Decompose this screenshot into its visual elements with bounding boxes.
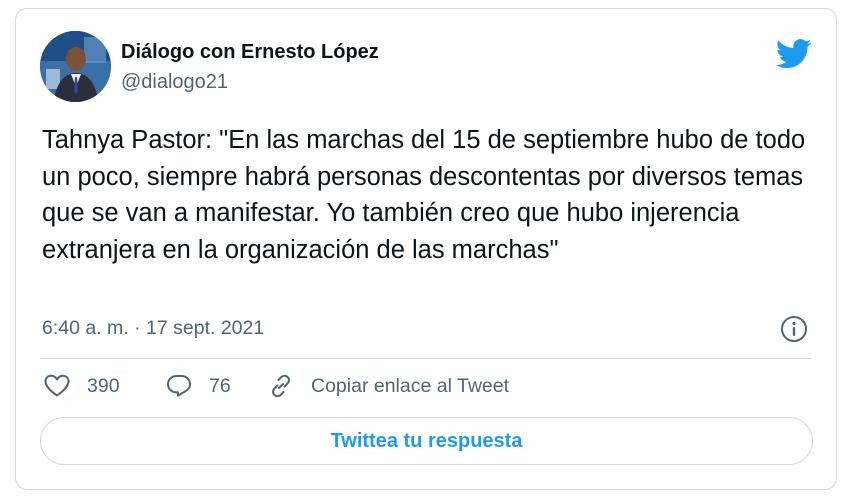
like-count: 390 <box>87 374 120 397</box>
like-button[interactable]: 390 <box>44 371 120 401</box>
tweet-header: Diálogo con Ernesto López @dialogo21 <box>40 31 812 107</box>
tweet-actions: 390 76 Copiar enlace al Tweet <box>42 371 810 401</box>
reply-count: 76 <box>209 374 231 397</box>
display-name[interactable]: Diálogo con Ernesto López <box>121 40 379 64</box>
reply-icon <box>167 375 191 397</box>
link-icon <box>272 374 290 398</box>
tweet-text: Tahnya Pastor: "En las marchas del 15 de… <box>42 126 813 264</box>
tweet-meta: 6:40 a. m. · 17 sept. 2021 <box>42 314 810 344</box>
copy-link-label: Copiar enlace al Tweet <box>311 374 510 397</box>
avatar[interactable] <box>40 31 111 102</box>
divider <box>40 358 812 359</box>
avatar-image <box>40 31 111 102</box>
tweet-timestamp[interactable]: 6:40 a. m. · 17 sept. 2021 <box>42 317 264 340</box>
heart-icon <box>44 374 70 397</box>
user-handle[interactable]: @dialogo21 <box>121 70 379 94</box>
account-info[interactable]: Diálogo con Ernesto López @dialogo21 <box>121 40 379 94</box>
copy-link-button[interactable]: Copiar enlace al Tweet <box>268 371 509 401</box>
tweet-card: Diálogo con Ernesto López @dialogo21 Tah… <box>15 8 837 490</box>
twitter-bird-icon[interactable] <box>776 39 812 69</box>
info-icon[interactable] <box>779 314 809 344</box>
reply-action[interactable]: 76 <box>166 371 231 401</box>
reply-button[interactable]: Twittea tu respuesta <box>40 417 813 465</box>
